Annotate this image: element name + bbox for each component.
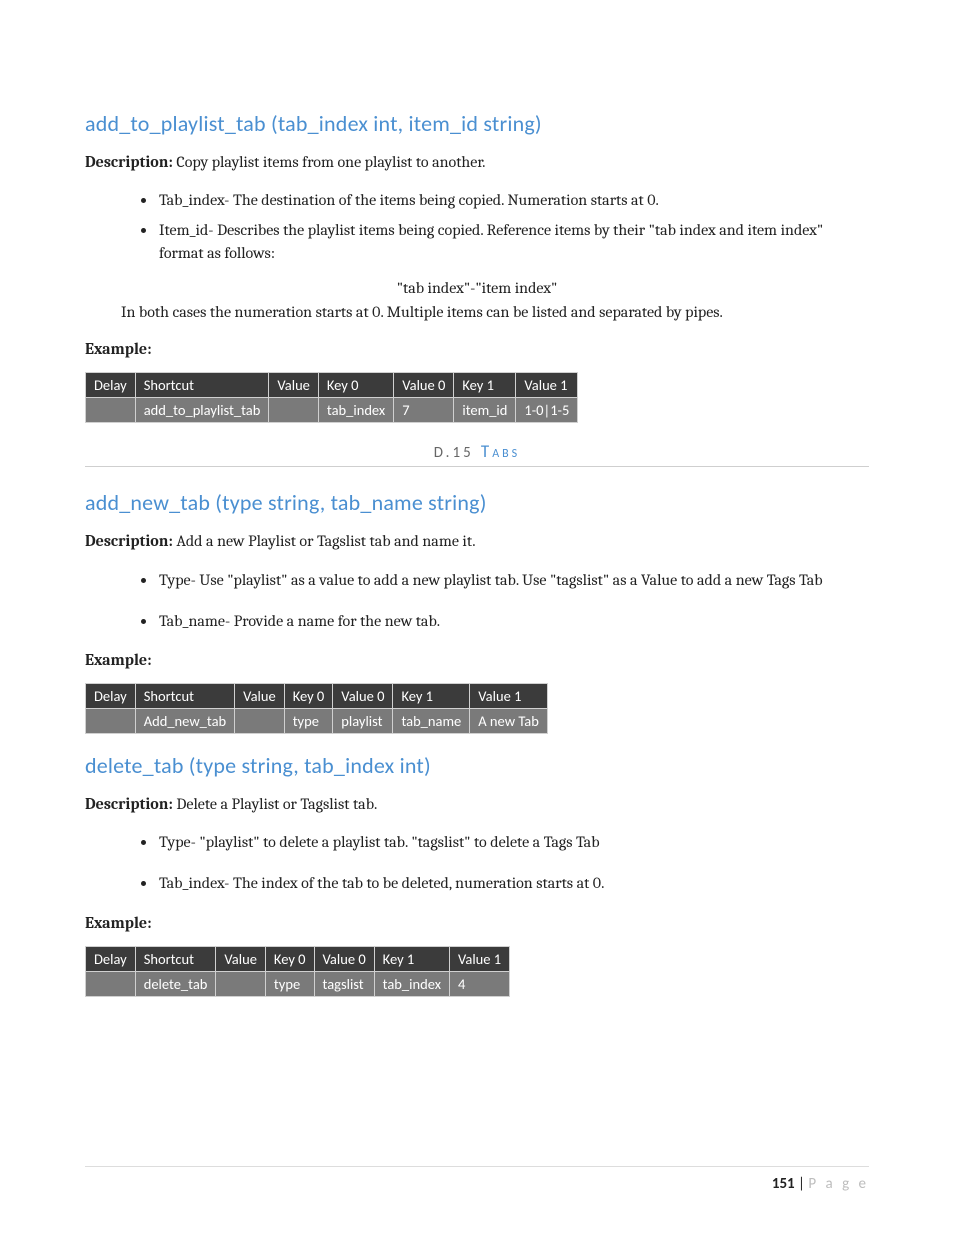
list-item: Item_id- Describes the playlist items be… — [157, 219, 869, 265]
td: tab_index — [374, 971, 449, 996]
list-item: Tab_index- The index of the tab to be de… — [157, 872, 869, 895]
description-paragraph: Description: Delete a Playlist or Tagsli… — [85, 793, 869, 815]
example-table-add-new-tab: Delay Shortcut Value Key 0 Value 0 Key 1… — [85, 683, 548, 734]
table-row: Add_new_tab type playlist tab_name A new… — [86, 708, 548, 733]
th-value0: Value 0 — [394, 373, 454, 398]
td: 7 — [394, 398, 454, 423]
list-item: Type- Use "playlist" as a value to add a… — [157, 569, 869, 592]
document-page: add_to_playlist_tab (tab_index int, item… — [0, 0, 954, 1235]
th-value: Value — [235, 683, 285, 708]
section-label: Tabs — [481, 441, 520, 462]
after-center-text: In both cases the numeration starts at 0… — [121, 301, 869, 324]
td: tab_name — [393, 708, 470, 733]
example-table-add-to-playlist: Delay Shortcut Value Key 0 Value 0 Key 1… — [85, 372, 578, 423]
td: tagslist — [314, 971, 374, 996]
th-shortcut: Shortcut — [135, 946, 216, 971]
td — [86, 708, 136, 733]
table-header-row: Delay Shortcut Value Key 0 Value 0 Key 1… — [86, 373, 578, 398]
th-shortcut: Shortcut — [135, 373, 269, 398]
td: playlist — [333, 708, 393, 733]
description-text: Add a new Playlist or Tagslist tab and n… — [173, 532, 476, 550]
heading-add-to-playlist-tab: add_to_playlist_tab (tab_index int, item… — [85, 110, 869, 137]
description-paragraph: Description: Add a new Playlist or Tagsl… — [85, 530, 869, 552]
th-value: Value — [216, 946, 266, 971]
th-value: Value — [269, 373, 319, 398]
td: item_id — [454, 398, 516, 423]
description-label: Description: — [85, 532, 173, 550]
td — [269, 398, 319, 423]
description-paragraph: Description: Copy playlist items from on… — [85, 151, 869, 173]
heading-delete-tab: delete_tab (type string, tab_index int) — [85, 752, 869, 779]
description-text: Delete a Playlist or Tagslist tab. — [173, 795, 377, 813]
th-delay: Delay — [86, 946, 136, 971]
th-key1: Key 1 — [374, 946, 449, 971]
th-delay: Delay — [86, 373, 136, 398]
footer-sep: | — [795, 1175, 809, 1193]
th-shortcut: Shortcut — [135, 683, 234, 708]
th-value1: Value 1 — [449, 946, 509, 971]
example-table-delete-tab: Delay Shortcut Value Key 0 Value 0 Key 1… — [85, 946, 510, 997]
table-header-row: Delay Shortcut Value Key 0 Value 0 Key 1… — [86, 946, 510, 971]
td: Add_new_tab — [135, 708, 234, 733]
page-footer: 151 | P a g e — [85, 1166, 869, 1193]
example-label: Example: — [85, 914, 869, 932]
center-format-text: "tab index"-"item index" — [85, 279, 869, 297]
td — [216, 971, 266, 996]
bullet-list: Type- "playlist" to delete a playlist ta… — [85, 831, 869, 895]
td — [86, 398, 136, 423]
table-header-row: Delay Shortcut Value Key 0 Value 0 Key 1… — [86, 683, 548, 708]
th-value0: Value 0 — [314, 946, 374, 971]
th-key1: Key 1 — [393, 683, 470, 708]
td: A new Tab — [470, 708, 548, 733]
td — [235, 708, 285, 733]
td: tab_index — [318, 398, 393, 423]
example-label: Example: — [85, 340, 869, 358]
td — [86, 971, 136, 996]
table-row: add_to_playlist_tab tab_index 7 item_id … — [86, 398, 578, 423]
description-text: Copy playlist items from one playlist to… — [173, 153, 486, 171]
td: delete_tab — [135, 971, 216, 996]
list-item: Type- "playlist" to delete a playlist ta… — [157, 831, 869, 854]
page-word: P a g e — [808, 1175, 869, 1193]
section-number: D.15 — [434, 444, 474, 462]
th-key0: Key 0 — [284, 683, 333, 708]
bullet-list: Tab_index- The destination of the items … — [85, 189, 869, 265]
th-value1: Value 1 — [516, 373, 578, 398]
th-key0: Key 0 — [265, 946, 314, 971]
th-value1: Value 1 — [470, 683, 548, 708]
bullet-list: Type- Use "playlist" as a value to add a… — [85, 569, 869, 633]
description-label: Description: — [85, 153, 173, 171]
th-value0: Value 0 — [333, 683, 393, 708]
td: 1-0|1-5 — [516, 398, 578, 423]
td: type — [265, 971, 314, 996]
example-label: Example: — [85, 651, 869, 669]
th-key0: Key 0 — [318, 373, 393, 398]
td: type — [284, 708, 333, 733]
table-row: delete_tab type tagslist tab_index 4 — [86, 971, 510, 996]
list-item: Tab_index- The destination of the items … — [157, 189, 869, 212]
page-number: 151 — [772, 1175, 795, 1193]
th-key1: Key 1 — [454, 373, 516, 398]
section-divider-heading: D.15 Tabs — [85, 441, 869, 462]
td: add_to_playlist_tab — [135, 398, 269, 423]
heading-add-new-tab: add_new_tab (type string, tab_name strin… — [85, 489, 869, 516]
th-delay: Delay — [86, 683, 136, 708]
td: 4 — [449, 971, 509, 996]
list-item: Tab_name- Provide a name for the new tab… — [157, 610, 869, 633]
description-label: Description: — [85, 795, 173, 813]
section-divider-rule — [85, 466, 869, 467]
